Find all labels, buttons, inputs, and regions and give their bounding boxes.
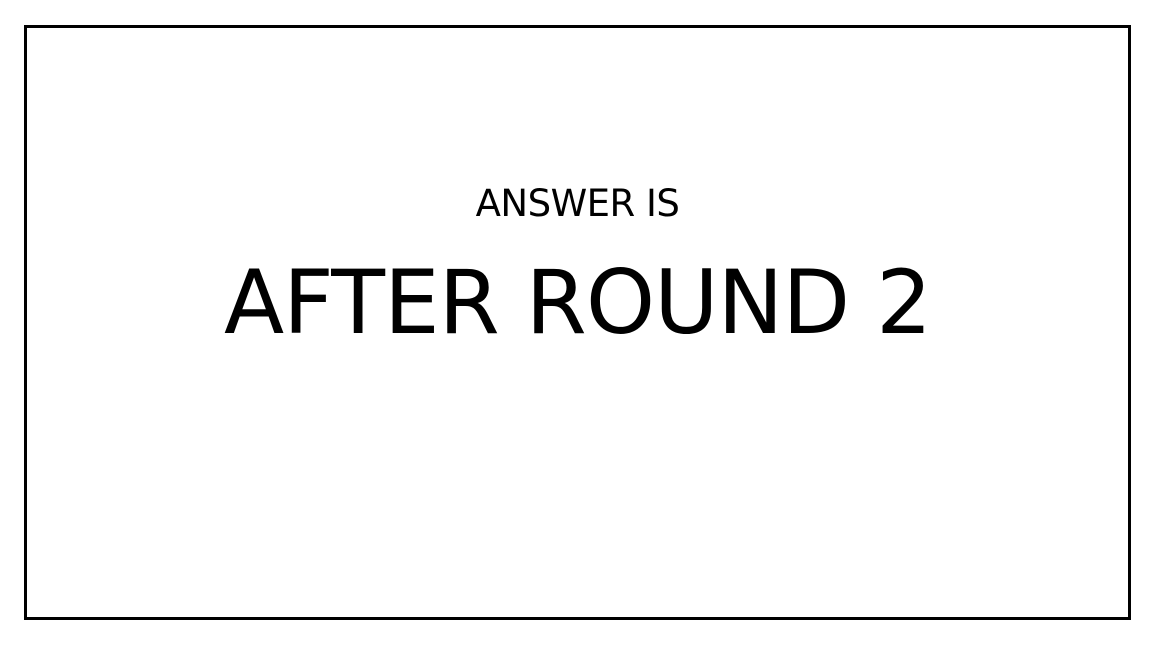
answer-text: AFTER ROUND 2 (223, 251, 932, 354)
answer-label: ANSWER IS (475, 182, 680, 225)
slide-frame: ANSWER IS AFTER ROUND 2 (24, 25, 1131, 620)
